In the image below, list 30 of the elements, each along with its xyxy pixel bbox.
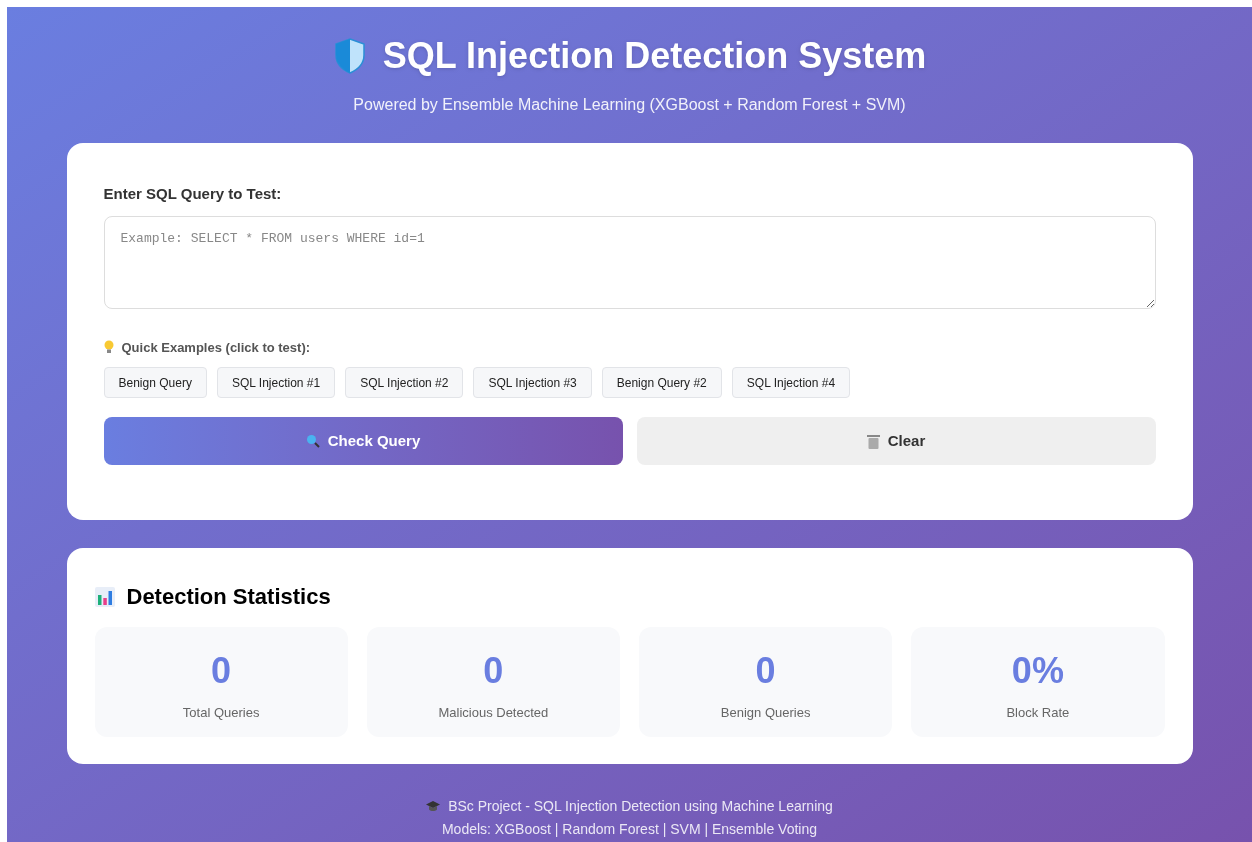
page-title: SQL Injection Detection System bbox=[382, 34, 927, 78]
query-input-field[interactable]: Example: SELECT * FROM users WHERE id=1 bbox=[103, 215, 1156, 309]
check-query-button[interactable]: Check Query bbox=[103, 417, 623, 465]
stat-label: Benign Queries bbox=[720, 704, 811, 722]
stat-label: Block Rate bbox=[1006, 704, 1070, 722]
search-icon bbox=[305, 434, 320, 448]
footer-models-text: Models: XGBoost | Random Forest | SVM | Ensemble Voting bbox=[441, 820, 818, 839]
graduation-cap-icon bbox=[426, 801, 441, 812]
footer-text: BSc Project - SQL Injection Detection using Machine Learning bbox=[448, 797, 833, 816]
example-button[interactable]: SQL Injection #3 bbox=[473, 367, 592, 398]
page-subtitle: Powered by Ensemble Machine Learning (XGBoost + Random Forest + SVM) bbox=[353, 95, 906, 115]
stat-label: Total Queries bbox=[182, 704, 260, 722]
example-button[interactable]: Benign Query #2 bbox=[601, 367, 722, 398]
statistics-title: Detection Statistics bbox=[126, 583, 331, 611]
bar-chart-icon bbox=[94, 586, 115, 607]
quick-examples-label: Quick Examples (click to test): bbox=[121, 338, 311, 357]
example-button[interactable]: SQL Injection #1 bbox=[216, 367, 336, 398]
example-button[interactable]: SQL Injection #4 bbox=[731, 367, 851, 398]
stat-value: 0% bbox=[1011, 653, 1064, 689]
stat-value: 0 bbox=[755, 653, 776, 689]
trash-icon bbox=[866, 433, 880, 449]
stat-value: 0 bbox=[483, 653, 504, 689]
example-button[interactable]: Benign Query bbox=[103, 367, 207, 398]
shield-icon bbox=[332, 37, 367, 75]
example-button[interactable]: SQL Injection #2 bbox=[345, 367, 464, 398]
lightbulb-icon bbox=[103, 340, 114, 355]
query-label: Enter SQL Query to Test: bbox=[103, 184, 283, 204]
stat-label: Malicious Detected bbox=[438, 704, 549, 722]
stat-value: 0 bbox=[211, 653, 232, 689]
clear-button[interactable]: Clear bbox=[636, 417, 1156, 465]
